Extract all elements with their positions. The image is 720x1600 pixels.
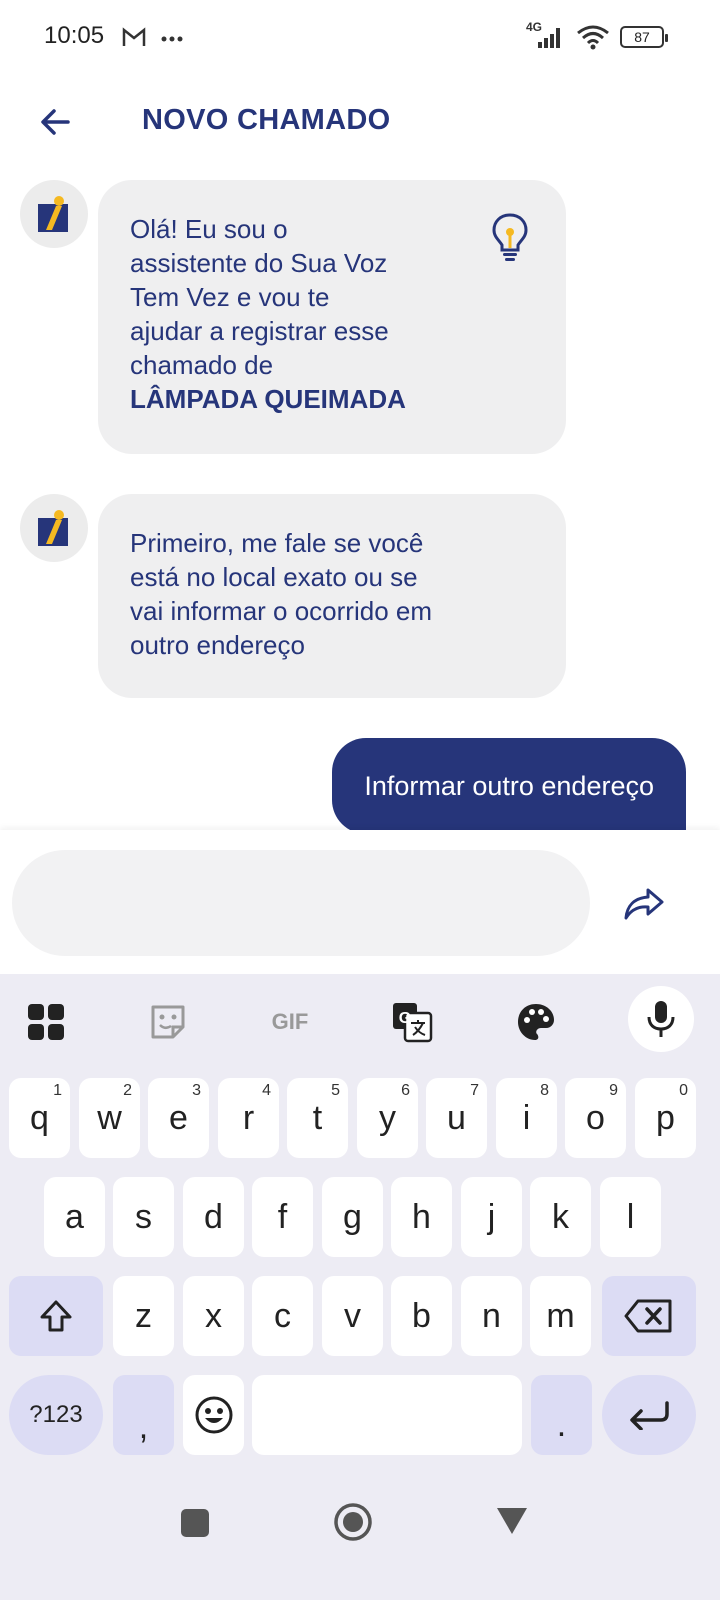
status-time: 10:05 <box>44 22 105 49</box>
system-nav-bar <box>0 1460 720 1600</box>
message-line: ajudar a registrar esse <box>130 316 389 346</box>
gmail-icon <box>122 27 183 46</box>
message-line: Primeiro, me fale se você <box>130 528 424 558</box>
comma-key[interactable]: , <box>113 1375 174 1455</box>
sticker-icon[interactable] <box>142 996 194 1048</box>
status-bar: 10:05 4G 87 <box>0 0 720 80</box>
svg-text:G: G <box>399 1010 411 1027</box>
key-g[interactable]: g <box>322 1177 383 1257</box>
key-z[interactable]: z <box>113 1276 174 1356</box>
enter-key[interactable] <box>602 1375 696 1455</box>
share-arrow-icon <box>624 888 664 920</box>
enter-icon <box>630 1401 669 1430</box>
key-b[interactable]: b <box>391 1276 452 1356</box>
page-title: NOVO CHAMADO <box>142 104 391 136</box>
keyboard-toolbar: GIF G <box>0 974 720 1070</box>
message-line: Tem Vez e vou te <box>130 282 330 312</box>
key-m[interactable]: m <box>530 1276 591 1356</box>
status-notification-icons <box>122 24 186 56</box>
key-c[interactable]: c <box>252 1276 313 1356</box>
home-icon[interactable] <box>333 1502 373 1542</box>
space-key[interactable] <box>252 1375 522 1455</box>
key-y[interactable]: y6 <box>357 1078 418 1158</box>
key-q[interactable]: q1 <box>9 1078 70 1158</box>
back-triangle-icon[interactable] <box>495 1506 529 1536</box>
key-a[interactable]: a <box>44 1177 105 1257</box>
wifi-icon <box>577 25 609 50</box>
assistant-logo-icon <box>38 510 68 546</box>
assistant-message: Olá! Eu sou o assistente do Sua Voz Tem … <box>98 180 566 454</box>
key-w[interactable]: w2 <box>79 1078 140 1158</box>
message-input[interactable] <box>12 850 590 956</box>
message-line: outro endereço <box>130 630 305 660</box>
key-r[interactable]: r4 <box>218 1078 279 1158</box>
message-line: está no local exato ou se <box>130 562 418 592</box>
message-line: chamado de <box>130 350 274 380</box>
key-j[interactable]: j <box>461 1177 522 1257</box>
message-composer <box>0 830 720 974</box>
period-key[interactable]: . <box>531 1375 592 1455</box>
message-line: assistente do Sua Voz <box>130 248 388 278</box>
key-h[interactable]: h <box>391 1177 452 1257</box>
key-k[interactable]: k <box>530 1177 591 1257</box>
key-o[interactable]: o9 <box>565 1078 626 1158</box>
shift-key[interactable] <box>9 1276 103 1356</box>
battery-indicator: 87 <box>620 26 668 48</box>
key-x[interactable]: x <box>183 1276 244 1356</box>
assistant-message: Primeiro, me fale se você está no local … <box>98 494 566 698</box>
user-message: Informar outro endereço <box>332 738 686 834</box>
message-line-bold: LÂMPADA QUEIMADA <box>130 384 406 414</box>
palette-icon[interactable] <box>510 996 562 1048</box>
symbols-key[interactable]: ?123 <box>9 1375 103 1455</box>
assistant-avatar <box>20 180 88 248</box>
back-arrow-icon[interactable] <box>36 102 76 142</box>
key-t[interactable]: t5 <box>287 1078 348 1158</box>
lightbulb-icon <box>492 213 528 261</box>
key-u[interactable]: u7 <box>426 1078 487 1158</box>
emoji-key[interactable] <box>183 1375 244 1455</box>
key-l[interactable]: l <box>600 1177 661 1257</box>
mic-button[interactable] <box>628 986 694 1052</box>
translate-icon[interactable]: G <box>386 996 438 1048</box>
key-e[interactable]: e3 <box>148 1078 209 1158</box>
key-n[interactable]: n <box>461 1276 522 1356</box>
apps-icon[interactable] <box>20 996 72 1048</box>
key-f[interactable]: f <box>252 1177 313 1257</box>
gif-button[interactable]: GIF <box>264 996 316 1048</box>
recent-apps-icon[interactable] <box>180 1508 210 1538</box>
key-d[interactable]: d <box>183 1177 244 1257</box>
assistant-avatar <box>20 494 88 562</box>
assistant-logo-icon <box>38 196 68 232</box>
shift-icon <box>40 1300 72 1332</box>
backspace-icon <box>624 1299 672 1333</box>
message-line: vai informar o ocorrido em <box>130 596 432 626</box>
send-button[interactable] <box>622 884 666 924</box>
key-p[interactable]: p0 <box>635 1078 696 1158</box>
key-s[interactable]: s <box>113 1177 174 1257</box>
key-i[interactable]: i8 <box>496 1078 557 1158</box>
message-line: Olá! Eu sou o <box>130 214 288 244</box>
mic-icon <box>647 1001 675 1037</box>
status-right: 4G 87 <box>526 20 668 50</box>
key-v[interactable]: v <box>322 1276 383 1356</box>
emoji-icon <box>195 1396 232 1434</box>
signal-icon: 4G <box>526 20 566 50</box>
backspace-key[interactable] <box>602 1276 696 1356</box>
